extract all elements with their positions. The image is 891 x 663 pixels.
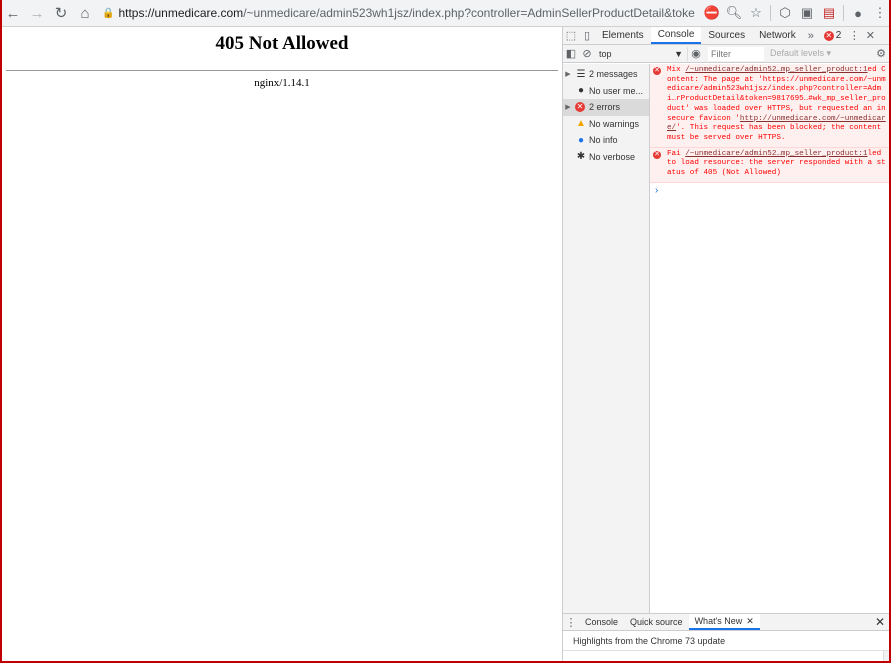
bug-icon: ✱ (576, 151, 586, 163)
error-icon: ✕ (653, 67, 661, 75)
browser-toolbar: ← → ↻ ⌂ 🔒 https://unmedicare.com/~unmedi… (0, 0, 891, 27)
error-count-badge[interactable]: ✕ 2 (819, 27, 847, 44)
blocked-content-icon[interactable]: ⛔ (701, 2, 723, 24)
more-tabs-icon[interactable]: » (803, 27, 819, 44)
sidebar-item-messages[interactable]: ▶ ☰ 2 messages (563, 66, 649, 83)
inspect-element-icon[interactable]: ⬚ (563, 27, 579, 44)
warning-icon: ▲ (576, 118, 586, 130)
scrollbar[interactable] (883, 651, 889, 661)
error-icon: ✕ (653, 150, 661, 159)
whats-new-headline: Highlights from the Chrome 73 update (563, 631, 889, 651)
console-error-message: ✕ Fai /~unmedicare/admin52…mp_seller_pro… (650, 147, 889, 183)
drawer-tabbar: ⋮ Console Quick source What's New ✕ ✕ (563, 613, 889, 631)
divider (6, 70, 558, 71)
sidebar-item-warnings[interactable]: ▲ No warnings (563, 116, 649, 133)
pdf-extension-icon[interactable]: ▤ (818, 2, 840, 24)
sidebar-item-info[interactable]: ● No info (563, 132, 649, 149)
console-filterbar: ◧ ⊘ top ▼ ◉ Default levels ▾ ⚙ (563, 45, 889, 63)
chevron-down-icon: ▼ (674, 48, 683, 59)
tab-console[interactable]: Console (650, 27, 702, 44)
console-settings-gear-icon[interactable]: ⚙ (873, 47, 889, 60)
address-bar[interactable]: 🔒 https://unmedicare.com/~unmedicare/adm… (102, 2, 695, 24)
sidebar-item-user-messages[interactable]: ● No user me... (563, 83, 649, 100)
toolbar-divider (770, 5, 771, 21)
console-prompt[interactable]: › (650, 183, 889, 198)
source-link[interactable]: /~unmedicare/admin52…mp_seller_product:1 (685, 150, 867, 158)
drawer-tab-console[interactable]: Console (579, 614, 624, 630)
devtools-panel: ⬚ ▯ Elements Console Sources Network » ✕… (562, 27, 889, 661)
filter-input[interactable] (708, 46, 764, 61)
source-link[interactable]: /~unmedicare/admin52…mp_seller_product:1 (685, 66, 867, 74)
home-icon[interactable]: ⌂ (74, 2, 96, 24)
devtools-tabbar: ⬚ ▯ Elements Console Sources Network » ✕… (563, 27, 889, 45)
lock-icon: 🔒 (102, 7, 115, 19)
info-icon: ● (577, 134, 585, 146)
server-signature: nginx/1.14.1 (254, 77, 310, 89)
list-icon: ☰ (576, 68, 586, 80)
sidebar-toggle-icon[interactable]: ◧ (563, 47, 579, 60)
bookmark-star-icon[interactable]: ☆ (745, 2, 767, 24)
tab-network[interactable]: Network (752, 27, 803, 44)
close-tab-icon[interactable]: ✕ (746, 616, 754, 627)
toolbar-divider (843, 5, 844, 21)
extension-shield-icon[interactable]: ⬡ (774, 2, 796, 24)
close-devtools-icon[interactable]: ✕ (862, 27, 878, 44)
search-icon[interactable]: 🔍︎ (723, 2, 745, 24)
menu-kebab-icon[interactable]: ⋮ (869, 2, 891, 24)
console-messages: ✕ Mix /~unmedicare/admin52…mp_seller_pro… (650, 64, 889, 613)
drawer-tab-whats-new[interactable]: What's New ✕ (688, 614, 760, 630)
back-icon[interactable]: ← (2, 2, 24, 24)
device-toggle-icon[interactable]: ▯ (579, 27, 595, 44)
profile-icon[interactable]: ● (847, 2, 869, 24)
close-drawer-icon[interactable]: ✕ (871, 614, 889, 630)
facebook-extension-icon[interactable]: ▣ (796, 2, 818, 24)
expand-caret-icon: ▶ (565, 71, 571, 79)
url-text: https://unmedicare.com/~unmedicare/admin… (118, 6, 695, 20)
drawer-tab-quick-source[interactable]: Quick source (624, 614, 689, 630)
tab-elements[interactable]: Elements (595, 27, 651, 44)
console-error-message: ✕ Mix /~unmedicare/admin52…mp_seller_pro… (650, 64, 889, 148)
devtools-menu-icon[interactable]: ⋮ (846, 27, 862, 44)
drawer-menu-icon[interactable]: ⋮ (563, 614, 579, 630)
sidebar-item-verbose[interactable]: ✱ No verbose (563, 149, 649, 166)
expand-caret-icon: ▶ (565, 104, 571, 112)
console-body: ▶ ☰ 2 messages ● No user me... ▶ ✕ 2 err… (563, 64, 889, 613)
page-viewport: 405 Not Allowed nginx/1.14.1 (2, 27, 562, 661)
error-icon: ✕ (823, 30, 834, 41)
live-expression-eye-icon[interactable]: ◉ (688, 47, 704, 60)
sidebar-item-errors[interactable]: ▶ ✕ 2 errors (563, 99, 649, 116)
tab-sources[interactable]: Sources (701, 27, 752, 44)
user-icon: ● (577, 85, 585, 97)
reload-icon[interactable]: ↻ (50, 2, 72, 24)
page-title: 405 Not Allowed (215, 33, 349, 54)
context-selector[interactable]: top ▼ (595, 46, 688, 61)
console-sidebar: ▶ ☰ 2 messages ● No user me... ▶ ✕ 2 err… (563, 64, 650, 613)
clear-console-icon[interactable]: ⊘ (579, 47, 595, 60)
log-levels-dropdown[interactable]: Default levels ▾ (770, 48, 831, 59)
error-icon: ✕ (575, 102, 585, 113)
forward-icon[interactable]: → (26, 2, 48, 24)
